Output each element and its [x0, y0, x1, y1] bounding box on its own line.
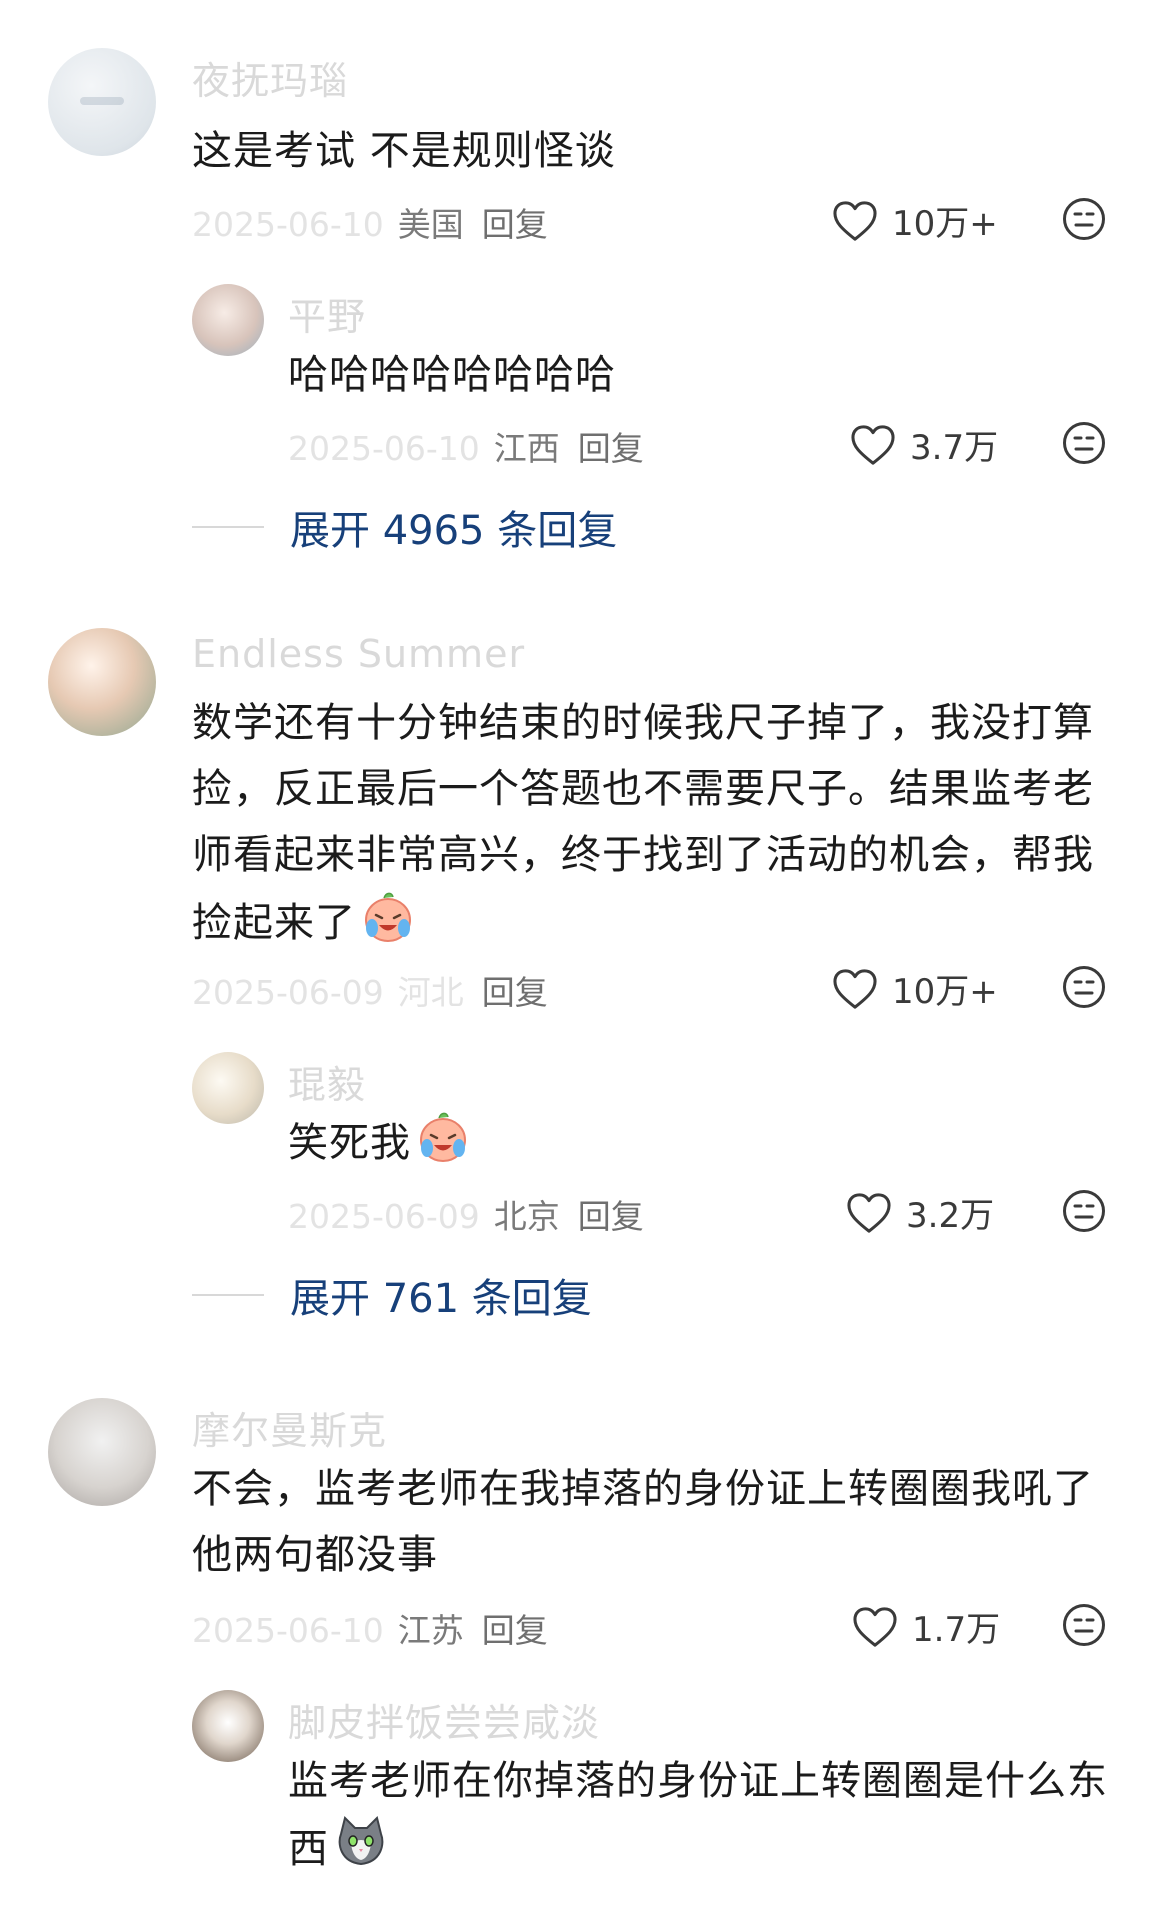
- avatar[interactable]: [48, 48, 156, 156]
- heart-outline-icon: [851, 424, 895, 465]
- cat-emoji: [338, 1816, 384, 1866]
- comment-meta: 2025-06-09 河北 回复: [192, 966, 548, 1014]
- like-button[interactable]: 10万+: [832, 196, 998, 245]
- heart-outline-icon: [833, 200, 877, 241]
- reply-button[interactable]: 回复: [482, 1611, 548, 1650]
- reply-avatar[interactable]: [192, 284, 264, 356]
- expand-replies-label: 展开 761 条回复: [290, 1276, 592, 1322]
- heart-outline-icon: [847, 1192, 891, 1233]
- username[interactable]: Endless Summer: [192, 632, 525, 676]
- neutral-face-icon[interactable]: [1062, 421, 1106, 465]
- reply-button[interactable]: 回复: [482, 973, 548, 1012]
- reply-text-content: 笑死我: [288, 1120, 411, 1166]
- reply-text: 哈哈哈哈哈哈哈哈: [288, 352, 616, 398]
- crying-laughing-emoji: [365, 892, 411, 942]
- comment-text: 不会，监考老师在我掉落的身份证上转圈圈我吼了他两句都没事: [192, 1466, 1094, 1578]
- reply-avatar[interactable]: [192, 1052, 264, 1124]
- reply-location: 江西: [493, 429, 560, 468]
- like-count: 10万+: [892, 972, 998, 1012]
- reply-button[interactable]: 回复: [482, 205, 548, 244]
- comment-date: 2025-06-09: [192, 973, 384, 1012]
- reply-button[interactable]: 回复: [578, 429, 644, 468]
- like-button[interactable]: 3.2万: [846, 1188, 994, 1237]
- like-count: 10万+: [892, 204, 998, 244]
- reply-location: 北京: [493, 1197, 560, 1236]
- crying-laughing-emoji: [420, 1112, 466, 1162]
- like-button[interactable]: 10万+: [832, 964, 998, 1013]
- comment-date: 2025-06-10: [192, 205, 384, 244]
- reply-button[interactable]: 回复: [578, 1197, 644, 1236]
- neutral-face-icon[interactable]: [1062, 1603, 1106, 1647]
- comment-meta: 2025-06-10 美国 回复: [192, 198, 548, 246]
- reply-username[interactable]: 平野: [288, 286, 366, 341]
- reply-text: 笑死我: [288, 1108, 1118, 1176]
- comment-location: 河北: [397, 973, 464, 1012]
- comment-date: 2025-06-10: [192, 1611, 384, 1650]
- like-button[interactable]: 1.7万: [852, 1602, 1000, 1651]
- comment-meta: 2025-06-10 江苏 回复: [192, 1604, 548, 1652]
- heart-outline-icon: [853, 1606, 897, 1647]
- expand-replies-button[interactable]: 展开 4965 条回复: [192, 498, 617, 556]
- like-count: 3.2万: [906, 1196, 995, 1236]
- divider-line: [192, 1294, 264, 1296]
- reply-username[interactable]: 脚皮拌饭尝尝咸淡: [288, 1692, 600, 1747]
- username[interactable]: 摩尔曼斯克: [192, 1400, 387, 1455]
- reply-date: 2025-06-09: [288, 1197, 480, 1236]
- reply-avatar[interactable]: [192, 1690, 264, 1762]
- like-button[interactable]: 3.7万: [850, 420, 998, 469]
- neutral-face-icon[interactable]: [1062, 197, 1106, 241]
- reply-meta: 2025-06-09 北京 回复: [288, 1190, 644, 1238]
- comment-text: 这是考试 不是规则怪谈: [192, 128, 616, 174]
- avatar[interactable]: [48, 628, 156, 736]
- comment-text: 数学还有十分钟结束的时候我尺子掉了，我没打算捡，反正最后一个答题也不需要尺子。结…: [192, 690, 1122, 956]
- reply-text: 监考老师在你掉落的身份证上转圈圈是什么东西: [288, 1748, 1128, 1882]
- comment-location: 美国: [397, 205, 464, 244]
- comment-text-content: 数学还有十分钟结束的时候我尺子掉了，我没打算捡，反正最后一个答题也不需要尺子。结…: [192, 700, 1094, 946]
- expand-replies-button[interactable]: 展开 761 条回复: [192, 1266, 592, 1324]
- like-count: 1.7万: [912, 1610, 1001, 1650]
- heart-outline-icon: [833, 968, 877, 1009]
- comment-location: 江苏: [397, 1611, 464, 1650]
- username[interactable]: 夜抚玛瑙: [192, 50, 348, 105]
- reply-text-content: 监考老师在你掉落的身份证上转圈圈是什么东西: [288, 1758, 1108, 1872]
- neutral-face-icon[interactable]: [1062, 1189, 1106, 1233]
- expand-replies-label: 展开 4965 条回复: [290, 508, 618, 554]
- reply-meta: 2025-06-10 江西 回复: [288, 422, 644, 470]
- reply-username[interactable]: 琨毅: [288, 1054, 366, 1109]
- divider-line: [192, 526, 264, 528]
- avatar[interactable]: [48, 1398, 156, 1506]
- reply-date: 2025-06-10: [288, 429, 480, 468]
- neutral-face-icon[interactable]: [1062, 965, 1106, 1009]
- like-count: 3.7万: [910, 428, 999, 468]
